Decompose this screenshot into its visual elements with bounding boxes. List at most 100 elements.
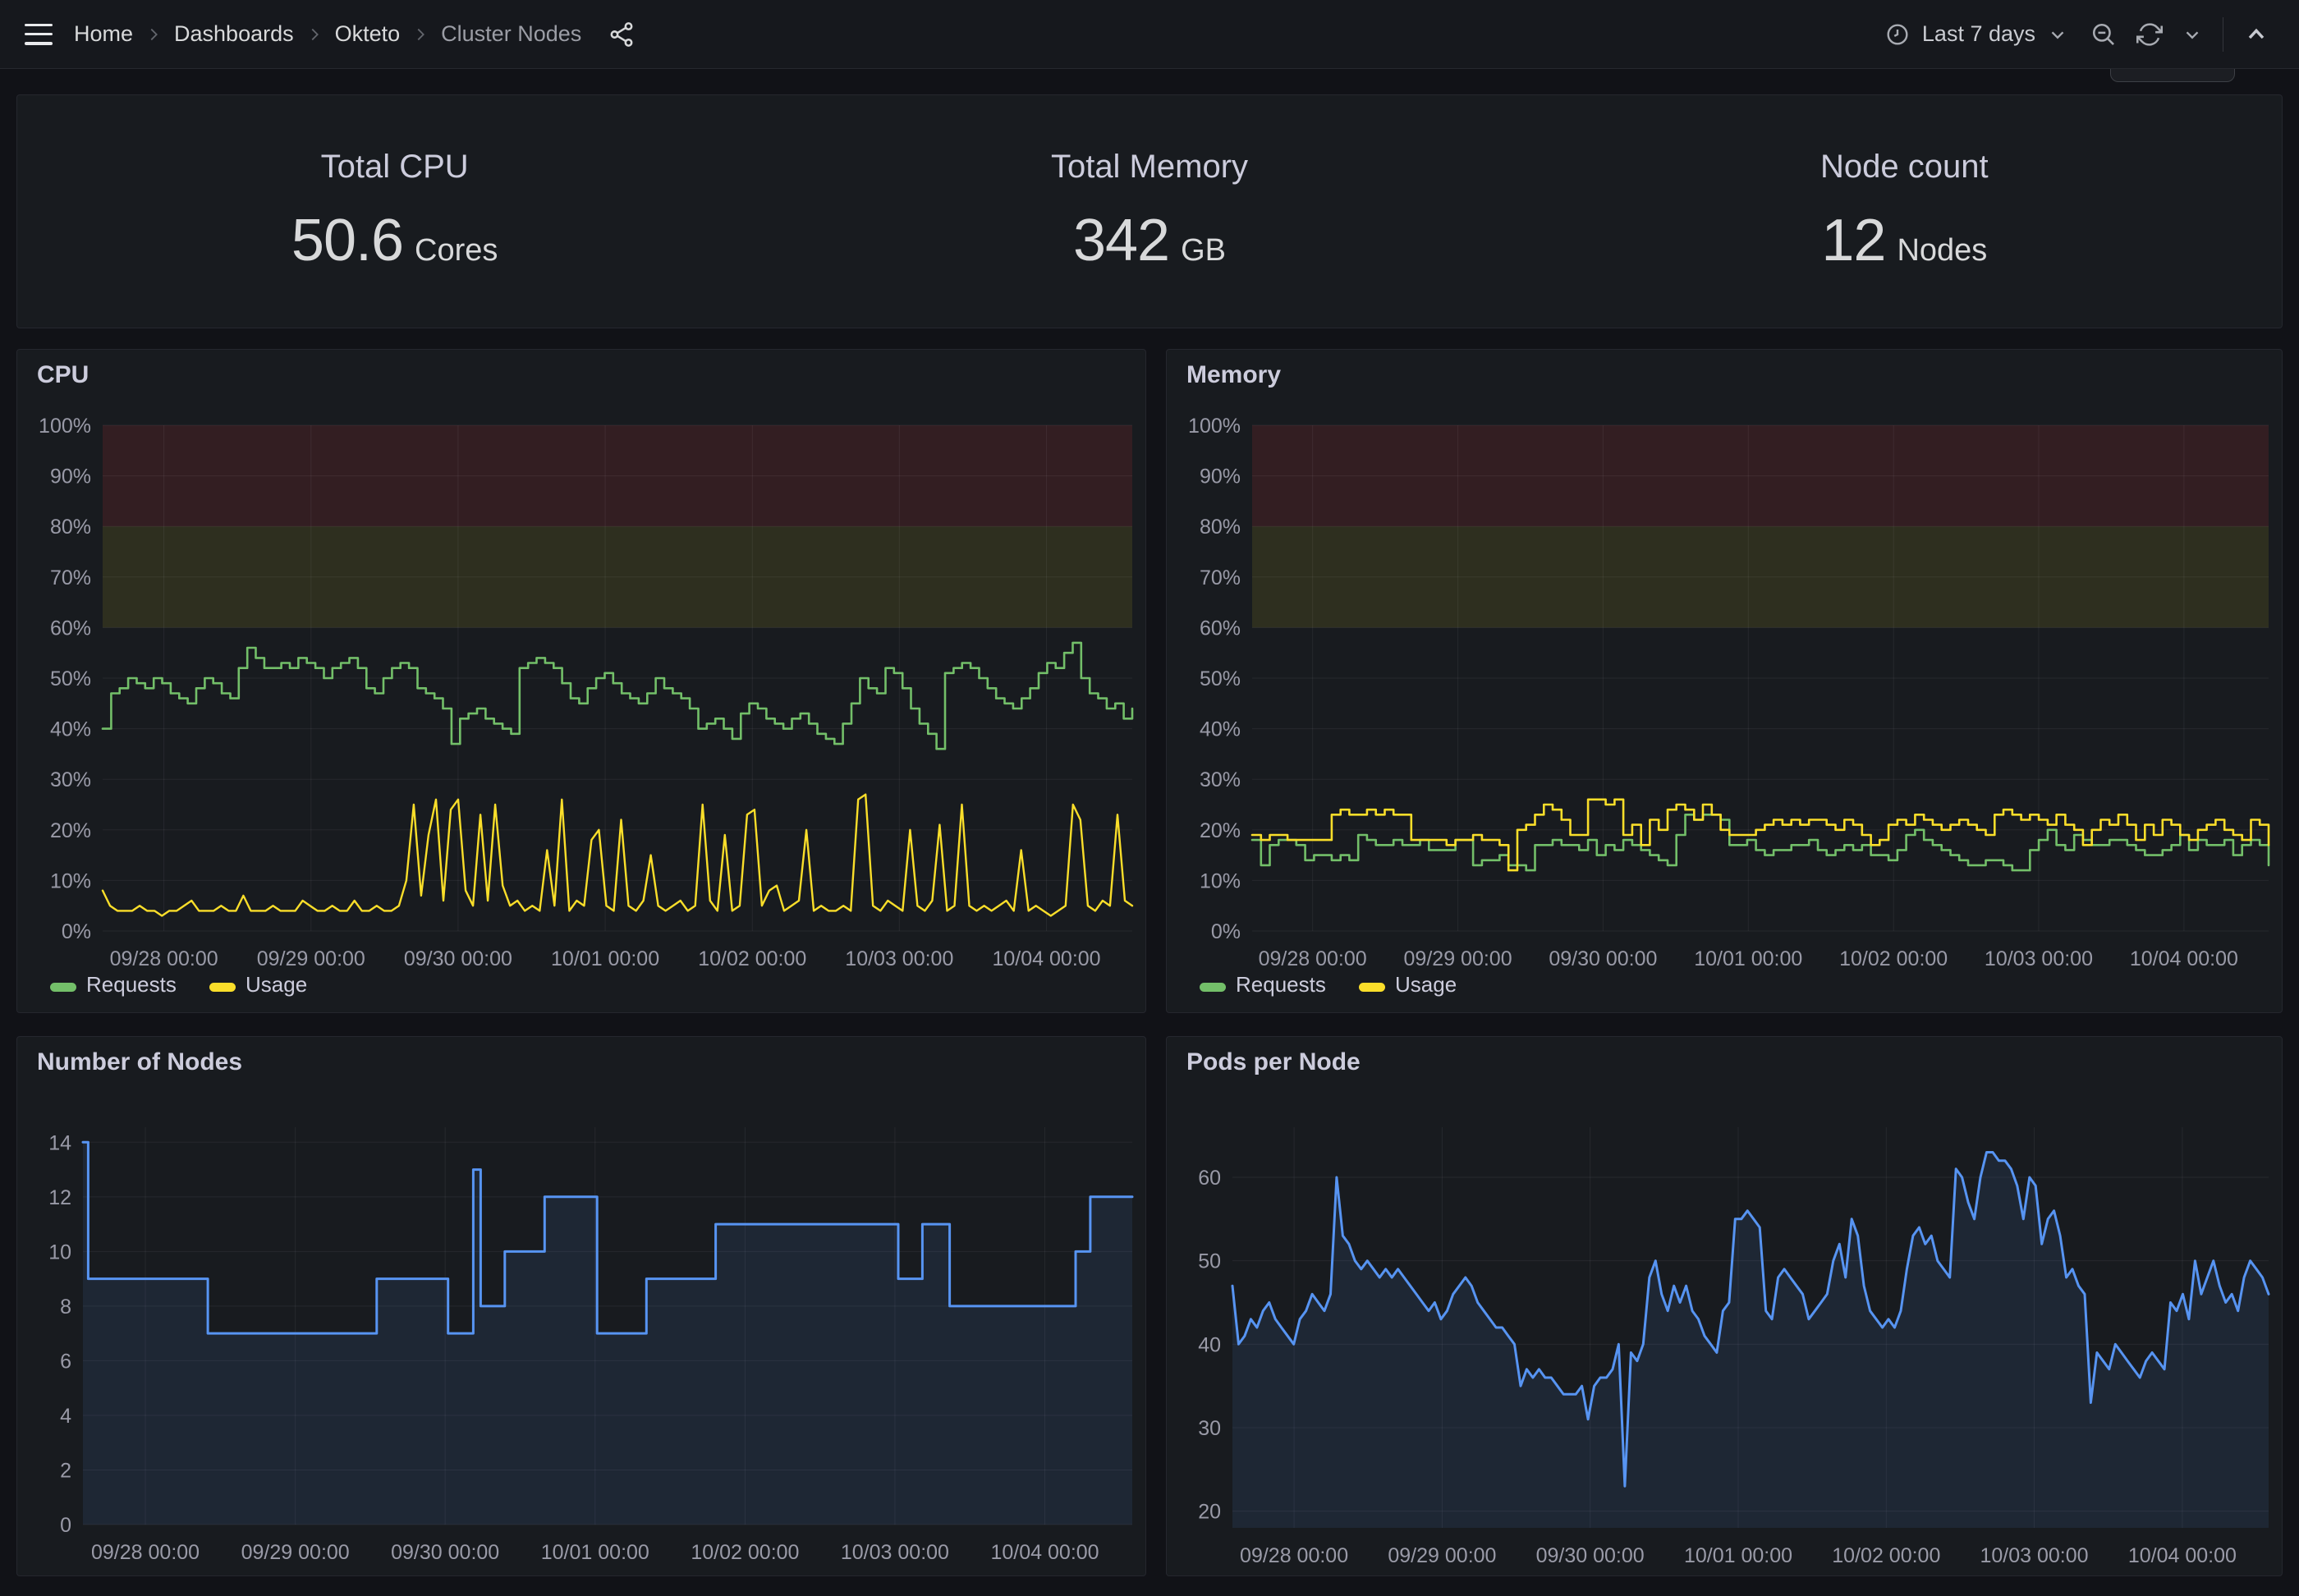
x-tick-label: 10/02 00:00 (1839, 947, 1948, 970)
legend-label-usage[interactable]: Usage (1395, 972, 1457, 997)
y-tick-label: 40% (50, 718, 91, 741)
legend-swatch-requests[interactable] (1200, 983, 1226, 992)
panel-title-memory[interactable]: Memory (1186, 361, 1281, 389)
cpu-svg: 0%10%20%30%40%50%60%70%80%90%100%09/28 0… (17, 350, 1145, 1012)
stat-value: 342 (1073, 207, 1169, 274)
x-tick-label: 10/01 00:00 (1694, 947, 1802, 970)
y-tick-label: 30 (1198, 1417, 1221, 1440)
legend-label-requests[interactable]: Requests (86, 972, 177, 997)
y-tick-label: 4 (60, 1405, 71, 1428)
pods-per-node-chart[interactable]: 203040506009/28 00:0009/29 00:0009/30 00… (1167, 1037, 2282, 1575)
zoom-out-icon[interactable] (2085, 16, 2122, 53)
x-tick-label: 10/03 00:00 (1980, 1544, 2088, 1567)
x-tick-label: 09/29 00:00 (241, 1541, 350, 1564)
y-tick-label: 10 (48, 1241, 71, 1264)
scrolled-panel-fragment (2110, 69, 2235, 82)
stat-value: 50.6 (291, 207, 403, 274)
chevron-down-icon (2047, 24, 2068, 45)
x-tick-label: 10/03 00:00 (1985, 947, 2093, 970)
x-tick-label: 09/29 00:00 (257, 947, 365, 970)
stat-total-memory: Total Memory 342 GB (772, 95, 1526, 328)
cpu-chart[interactable]: 0%10%20%30%40%50%60%70%80%90%100%09/28 0… (17, 350, 1145, 1012)
y-tick-label: 0% (1211, 920, 1241, 943)
y-tick-label: 50% (1200, 667, 1241, 690)
x-tick-label: 09/30 00:00 (1549, 947, 1657, 970)
memory-panel: Memory 0%10%20%30%40%50%60%70%80%90%100%… (1166, 349, 2283, 1013)
stat-total-cpu: Total CPU 50.6 Cores (17, 95, 772, 328)
legend-label-usage[interactable]: Usage (246, 972, 307, 997)
x-tick-label: 10/03 00:00 (845, 947, 953, 970)
chevron-right-icon (305, 25, 324, 44)
stat-title: Total Memory (1051, 149, 1248, 186)
chevron-right-icon (145, 25, 163, 44)
y-tick-label: 60% (50, 617, 91, 640)
y-tick-label: 10% (1200, 869, 1241, 892)
stat-value: 12 (1821, 207, 1885, 274)
y-tick-label: 70% (50, 566, 91, 589)
y-tick-label: 100% (39, 415, 91, 438)
stat-node-count: Node count 12 Nodes (1527, 95, 2282, 328)
chevron-right-icon (411, 25, 429, 44)
refresh-icon[interactable] (2131, 16, 2168, 53)
time-range-picker[interactable]: Last 7 days (1876, 16, 2076, 53)
legend-label-requests[interactable]: Requests (1236, 972, 1326, 997)
y-tick-label: 30% (1200, 768, 1241, 791)
x-tick-label: 10/02 00:00 (1832, 1544, 1940, 1567)
navbar-actions: Last 7 days (1876, 16, 2274, 53)
y-tick-label: 12 (48, 1186, 71, 1209)
series-line-usage (1252, 800, 2269, 870)
series-fill-pods (1232, 1153, 2269, 1529)
series-line-requests (1252, 814, 2269, 870)
y-tick-label: 60% (1200, 617, 1241, 640)
collapse-navbar-icon[interactable] (2238, 16, 2274, 53)
x-tick-label: 09/29 00:00 (1388, 1544, 1496, 1567)
x-tick-label: 09/30 00:00 (404, 947, 512, 970)
stats-panel: Total CPU 50.6 Cores Total Memory 342 GB… (16, 94, 2283, 328)
x-tick-label: 09/28 00:00 (110, 947, 218, 970)
x-tick-label: 09/29 00:00 (1404, 947, 1512, 970)
x-tick-label: 10/01 00:00 (1684, 1544, 1792, 1567)
y-tick-label: 50 (1198, 1250, 1221, 1273)
series-line-usage (103, 795, 1132, 916)
y-tick-label: 14 (48, 1131, 71, 1154)
time-range-label: Last 7 days (1922, 21, 2035, 47)
memory-chart[interactable]: 0%10%20%30%40%50%60%70%80%90%100%09/28 0… (1167, 350, 2282, 1012)
y-tick-label: 0% (62, 920, 91, 943)
y-tick-label: 100% (1188, 415, 1241, 438)
x-tick-label: 10/03 00:00 (841, 1541, 949, 1564)
panel-title-number-of-nodes[interactable]: Number of Nodes (37, 1048, 242, 1076)
x-tick-label: 10/04 00:00 (993, 947, 1101, 970)
pods-per-node-panel: Pods per Node 203040506009/28 00:0009/29… (1166, 1036, 2283, 1576)
panel-title-cpu[interactable]: CPU (37, 361, 89, 389)
legend-swatch-usage[interactable] (209, 983, 236, 992)
top-navbar: Home Dashboards Okteto Cluster Nodes Las… (0, 0, 2299, 69)
y-tick-label: 80% (1200, 516, 1241, 539)
y-tick-label: 10% (50, 869, 91, 892)
share-icon[interactable] (603, 16, 640, 53)
legend-swatch-requests[interactable] (50, 983, 76, 992)
clock-icon (1884, 21, 1911, 48)
breadcrumb-dashboards[interactable]: Dashboards (174, 21, 294, 47)
legend-swatch-usage[interactable] (1359, 983, 1385, 992)
cpu-panel: CPU 0%10%20%30%40%50%60%70%80%90%100%09/… (16, 349, 1146, 1013)
panel-title-pods-per-node[interactable]: Pods per Node (1186, 1048, 1361, 1076)
pods-svg: 203040506009/28 00:0009/29 00:0009/30 00… (1167, 1037, 2282, 1575)
stat-unit: Cores (415, 233, 498, 268)
number-of-nodes-panel: Number of Nodes 0246810121409/28 00:0009… (16, 1036, 1146, 1576)
menu-icon[interactable] (25, 24, 53, 45)
x-tick-label: 09/30 00:00 (1536, 1544, 1645, 1567)
breadcrumb-home[interactable]: Home (74, 21, 133, 47)
refresh-interval-dropdown[interactable] (2177, 19, 2208, 50)
breadcrumb-okteto[interactable]: Okteto (335, 21, 401, 47)
y-tick-label: 70% (1200, 566, 1241, 589)
x-tick-label: 10/02 00:00 (691, 1541, 799, 1564)
y-tick-label: 50% (50, 667, 91, 690)
y-tick-label: 20% (50, 819, 91, 842)
y-tick-label: 40% (1200, 718, 1241, 741)
x-tick-label: 10/04 00:00 (2130, 947, 2238, 970)
x-tick-label: 09/30 00:00 (391, 1541, 499, 1564)
x-tick-label: 10/01 00:00 (551, 947, 659, 970)
y-tick-label: 20 (1198, 1501, 1221, 1524)
y-tick-label: 40 (1198, 1333, 1221, 1356)
number-of-nodes-chart[interactable]: 0246810121409/28 00:0009/29 00:0009/30 0… (17, 1037, 1145, 1575)
